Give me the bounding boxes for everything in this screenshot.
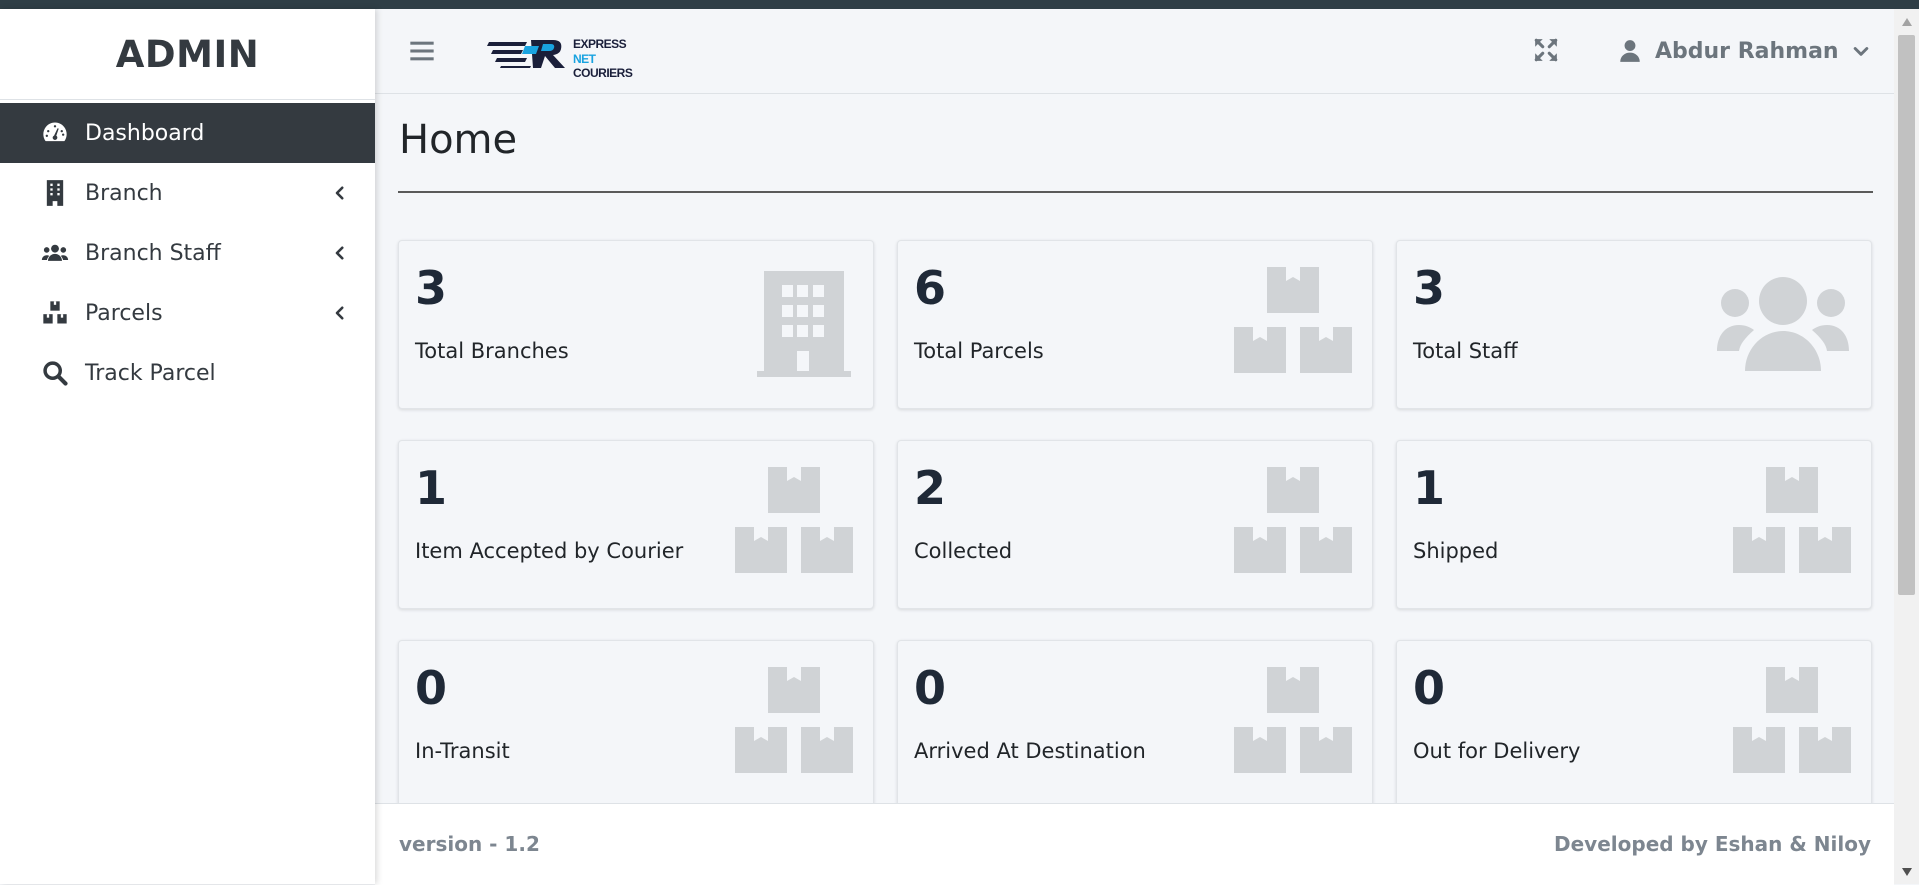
logo-text-accent: NET <box>573 52 596 66</box>
vertical-scrollbar[interactable] <box>1894 9 1919 884</box>
main-content: Home 3 Total Branches 6 Total Parcels 3 … <box>375 93 1894 803</box>
logo-mark <box>487 40 565 68</box>
user-name: Abdur Rahman <box>1655 38 1839 64</box>
stat-value: 6 <box>914 261 947 315</box>
boxes-icon <box>735 667 853 778</box>
boxes-icon <box>40 298 70 328</box>
logo-text-rest: COURIERS <box>573 66 633 80</box>
users-icon <box>40 238 70 268</box>
boxes-icon <box>1234 267 1352 378</box>
chevron-left-icon <box>327 300 353 326</box>
stat-label: Item Accepted by Courier <box>415 539 684 563</box>
logo-text-line2: NET COURIERS <box>573 52 657 80</box>
stat-card-in-transit[interactable]: 0 In-Transit <box>398 640 874 803</box>
stat-card-shipped[interactable]: 1 Shipped <box>1396 440 1872 609</box>
stat-card-item-accepted[interactable]: 1 Item Accepted by Courier <box>398 440 874 609</box>
sidebar-item-label: Branch Staff <box>85 240 221 266</box>
sidebar: ADMIN Dashboard Branch Branch Staff Parc… <box>0 9 375 884</box>
sidebar-item-label: Branch <box>85 180 163 206</box>
sidebar-item-branch-staff[interactable]: Branch Staff <box>0 223 375 283</box>
footer: version - 1.2 Developed by Eshan & Niloy <box>375 803 1894 885</box>
boxes-icon <box>1733 467 1851 578</box>
stat-label: Out for Delivery <box>1413 739 1581 763</box>
stat-value: 3 <box>415 261 448 315</box>
stat-value: 1 <box>1413 461 1446 515</box>
stat-card-total-branches[interactable]: 3 Total Branches <box>398 240 874 409</box>
version-text: version - 1.2 <box>399 832 540 856</box>
top-accent-strip <box>0 0 1919 9</box>
building-icon <box>40 178 70 208</box>
stat-value: 3 <box>1413 261 1446 315</box>
company-logo[interactable]: EXPRESS NET COURIERS <box>487 36 657 80</box>
title-divider <box>398 191 1873 193</box>
chevron-left-icon <box>327 180 353 206</box>
stat-label: Total Staff <box>1413 339 1518 363</box>
sidebar-nav: Dashboard Branch Branch Staff Parcels Tr… <box>0 103 375 403</box>
search-icon <box>40 358 70 388</box>
sidebar-item-label: Parcels <box>85 300 163 326</box>
hamburger-icon[interactable] <box>408 37 436 65</box>
stat-card-collected[interactable]: 2 Collected <box>897 440 1373 609</box>
stat-card-total-parcels[interactable]: 6 Total Parcels <box>897 240 1373 409</box>
sidebar-item-branch[interactable]: Branch <box>0 163 375 223</box>
stat-value: 1 <box>415 461 448 515</box>
stat-card-total-staff[interactable]: 3 Total Staff <box>1396 240 1872 409</box>
top-navbar: EXPRESS NET COURIERS Abdur Rahman <box>375 9 1894 94</box>
sidebar-brand[interactable]: ADMIN <box>0 9 375 100</box>
stat-value: 0 <box>1413 661 1446 715</box>
sidebar-item-track-parcel[interactable]: Track Parcel <box>0 343 375 403</box>
scroll-up-arrow-icon[interactable] <box>1894 9 1919 34</box>
sidebar-item-label: Dashboard <box>85 120 205 146</box>
chevron-left-icon <box>327 240 353 266</box>
boxes-icon <box>1234 667 1352 778</box>
stat-label: Arrived At Destination <box>914 739 1146 763</box>
stat-label: In-Transit <box>415 739 510 763</box>
stat-value: 2 <box>914 461 947 515</box>
tachometer-icon <box>40 118 70 148</box>
expand-icon[interactable] <box>1533 37 1561 65</box>
credits-text: Developed by Eshan & Niloy <box>1554 832 1871 856</box>
stat-label: Total Branches <box>415 339 569 363</box>
stat-label: Total Parcels <box>914 339 1044 363</box>
user-menu[interactable]: Abdur Rahman <box>1617 33 1871 69</box>
stat-value: 0 <box>415 661 448 715</box>
boxes-icon <box>735 467 853 578</box>
sidebar-item-parcels[interactable]: Parcels <box>0 283 375 343</box>
stat-value: 0 <box>914 661 947 715</box>
sidebar-item-dashboard[interactable]: Dashboard <box>0 103 375 163</box>
user-icon <box>1617 38 1643 64</box>
users-icon <box>1717 277 1849 376</box>
boxes-icon <box>1733 667 1851 778</box>
chevron-down-icon <box>1851 41 1871 61</box>
boxes-icon <box>1234 467 1352 578</box>
scrollbar-thumb[interactable] <box>1898 35 1915 595</box>
page-title: Home <box>399 117 518 163</box>
stat-card-arrived-at-destination[interactable]: 0 Arrived At Destination <box>897 640 1373 803</box>
sidebar-item-label: Track Parcel <box>85 360 216 386</box>
building-icon <box>757 271 851 382</box>
logo-text-line1: EXPRESS <box>573 37 627 51</box>
stat-card-out-for-delivery[interactable]: 0 Out for Delivery <box>1396 640 1872 803</box>
stat-label: Shipped <box>1413 539 1499 563</box>
scroll-down-arrow-icon[interactable] <box>1894 859 1919 884</box>
stat-label: Collected <box>914 539 1013 563</box>
